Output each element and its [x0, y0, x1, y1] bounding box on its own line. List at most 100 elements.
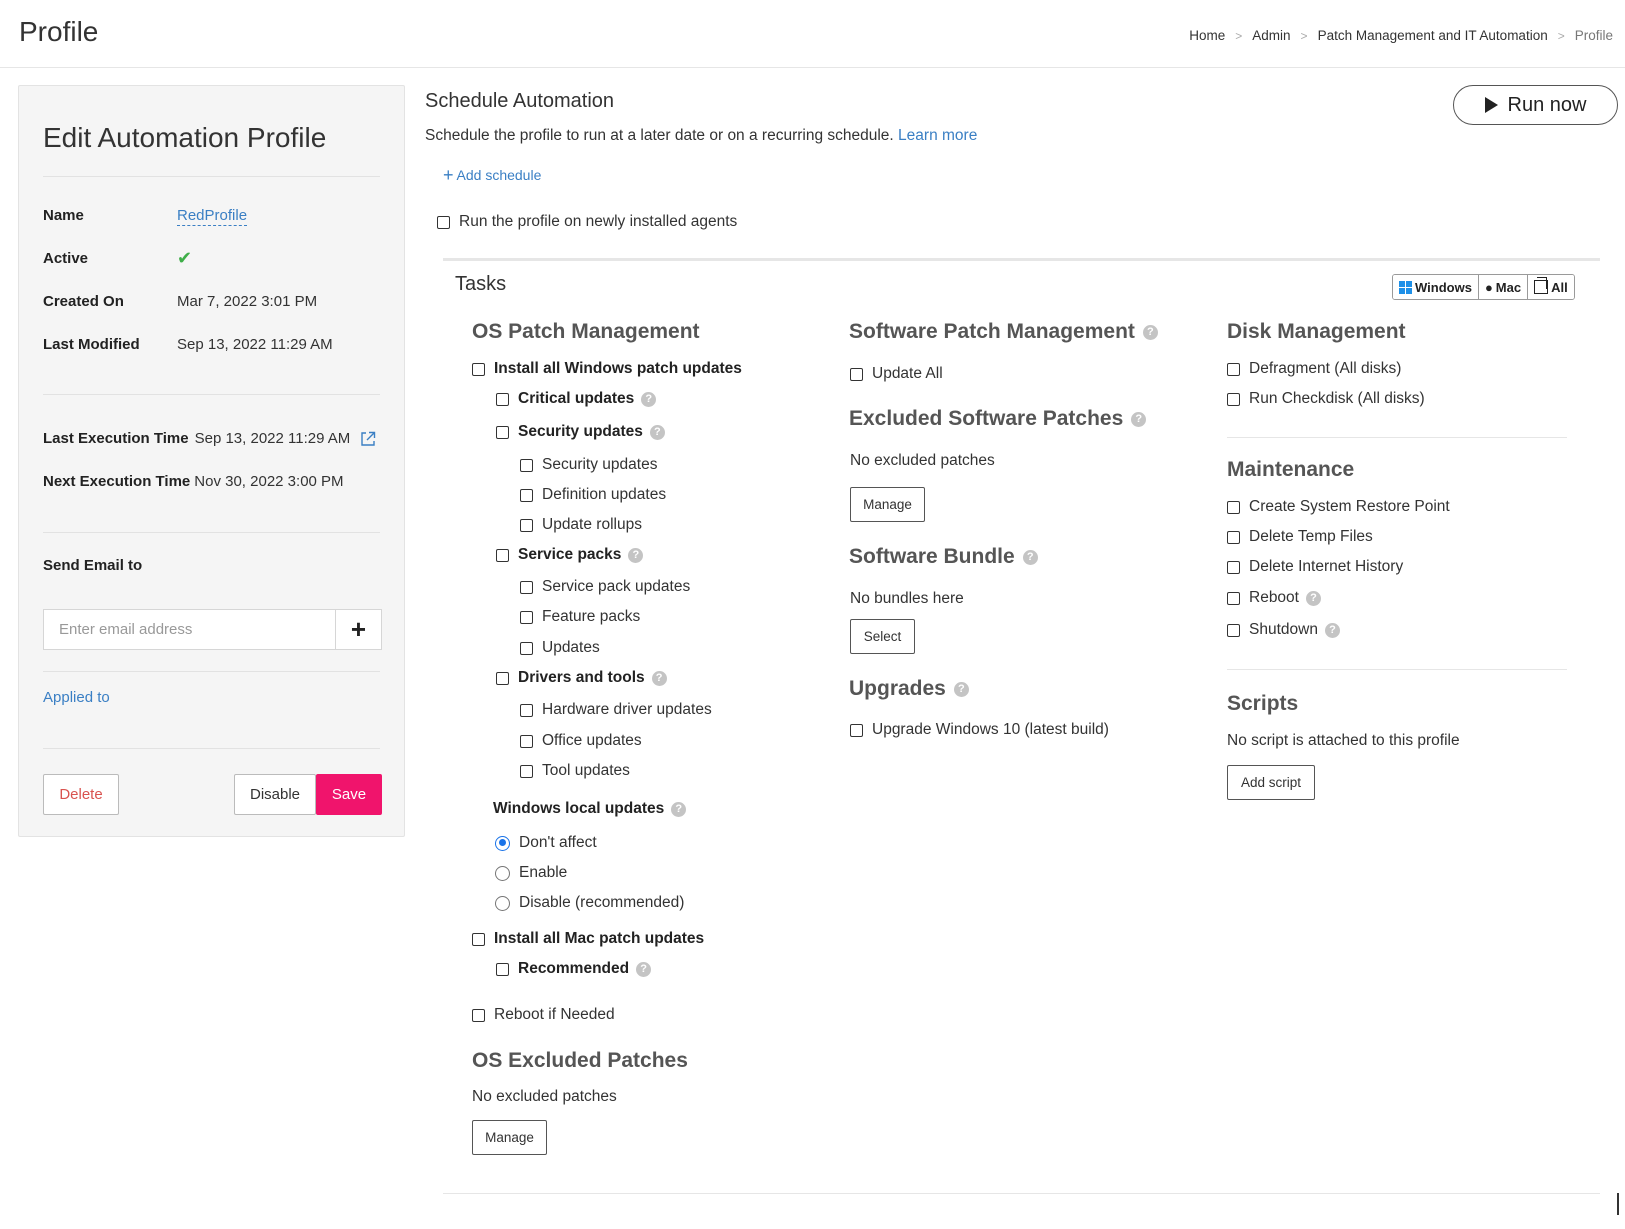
critical-updates-row[interactable]: Critical updates ? [496, 390, 657, 408]
scrollbar[interactable] [1617, 1193, 1619, 1215]
checkbox[interactable] [520, 488, 533, 502]
recommended-checkbox[interactable] [496, 962, 509, 976]
delete-button[interactable]: Delete [43, 774, 119, 815]
add-script-button[interactable]: Add script [1227, 765, 1315, 800]
delete-temp-files-row[interactable]: Delete Temp Files [1227, 528, 1373, 546]
breadcrumb-patch-management[interactable]: Patch Management and IT Automation [1318, 28, 1548, 43]
excluded-software-heading-text: Excluded Software Patches [849, 407, 1124, 430]
security-updates-checkbox[interactable] [496, 425, 509, 439]
radio-enable[interactable] [495, 865, 510, 881]
local-updates-option[interactable]: Enable [495, 864, 567, 882]
help-icon[interactable]: ? [1142, 324, 1158, 340]
critical-updates-checkbox[interactable] [496, 392, 509, 406]
update-all-checkbox[interactable] [850, 367, 863, 381]
updates-item[interactable]: Updates [520, 639, 600, 657]
help-icon[interactable]: ? [671, 801, 687, 817]
reboot-row[interactable]: Reboot ? [1227, 589, 1321, 607]
learn-more-link[interactable]: Learn more [898, 127, 977, 144]
checkbox[interactable] [520, 764, 533, 778]
email-input[interactable] [43, 609, 336, 650]
run-on-new-agents-checkbox[interactable] [437, 215, 450, 229]
help-icon[interactable]: ? [1324, 622, 1340, 638]
reboot-checkbox[interactable] [1227, 591, 1240, 605]
office-updates-item[interactable]: Office updates [520, 732, 642, 750]
shutdown-checkbox[interactable] [1227, 623, 1240, 637]
security-sub-item[interactable]: Security updates [520, 456, 657, 474]
help-icon[interactable]: ? [1305, 590, 1321, 606]
checkbox[interactable] [520, 580, 533, 594]
os-filter-all[interactable]: All [1528, 275, 1574, 299]
schedule-description: Schedule the profile to run at a later d… [425, 127, 977, 145]
disable-button[interactable]: Disable [234, 774, 316, 815]
checkbox[interactable] [520, 518, 533, 532]
install-windows-checkbox[interactable] [472, 362, 485, 376]
breadcrumb-home[interactable]: Home [1189, 28, 1225, 43]
radio-dont-affect[interactable] [495, 835, 510, 851]
delete-internet-history-checkbox[interactable] [1227, 560, 1240, 574]
modified-value: Sep 13, 2022 11:29 AM [177, 336, 333, 353]
service-pack-updates-item[interactable]: Service pack updates [520, 578, 690, 596]
delete-internet-history-row[interactable]: Delete Internet History [1227, 558, 1403, 576]
local-updates-option[interactable]: Don't affect [495, 834, 597, 852]
name-value[interactable]: RedProfile [177, 207, 248, 226]
help-icon[interactable]: ? [628, 547, 644, 563]
defragment-row[interactable]: Defragment (All disks) [1227, 360, 1401, 378]
help-icon[interactable]: ? [641, 391, 657, 407]
help-icon[interactable]: ? [1022, 549, 1038, 565]
checkbox[interactable] [520, 703, 533, 717]
install-mac-row[interactable]: Install all Mac patch updates [472, 930, 704, 948]
os-filter-windows[interactable]: Windows [1393, 275, 1479, 299]
add-schedule-link[interactable]: + Add schedule [443, 166, 541, 184]
checkbox[interactable] [520, 734, 533, 748]
applied-to-link[interactable]: Applied to [43, 689, 110, 706]
hardware-driver-item[interactable]: Hardware driver updates [520, 701, 712, 719]
delete-temp-files-checkbox[interactable] [1227, 530, 1240, 544]
restore-point-row[interactable]: Create System Restore Point [1227, 498, 1450, 516]
drivers-tools-checkbox[interactable] [496, 671, 509, 685]
bundle-select-button[interactable]: Select [850, 619, 915, 654]
save-button[interactable]: Save [316, 774, 382, 815]
service-packs-checkbox[interactable] [496, 548, 509, 562]
checkbox[interactable] [520, 641, 533, 655]
local-updates-option[interactable]: Disable (recommended) [495, 894, 684, 912]
page-header: Profile Home > Admin > Patch Management … [0, 0, 1625, 68]
checkbox[interactable] [520, 458, 533, 472]
defragment-checkbox[interactable] [1227, 362, 1240, 376]
service-packs-row[interactable]: Service packs ? [496, 546, 644, 564]
shutdown-row[interactable]: Shutdown ? [1227, 621, 1340, 639]
radio-disable[interactable] [495, 895, 510, 911]
recommended-row[interactable]: Recommended ? [496, 960, 652, 978]
reboot-if-needed-row[interactable]: Reboot if Needed [472, 1006, 615, 1024]
feature-packs-item[interactable]: Feature packs [520, 608, 640, 626]
software-manage-button[interactable]: Manage [850, 487, 925, 522]
checkdisk-row[interactable]: Run Checkdisk (All disks) [1227, 390, 1425, 408]
security-updates-row[interactable]: Security updates ? [496, 423, 665, 441]
help-icon[interactable]: ? [953, 681, 969, 697]
external-link-icon[interactable] [360, 431, 376, 447]
help-icon[interactable]: ? [1131, 411, 1147, 427]
upgrade-win10-row[interactable]: Upgrade Windows 10 (latest build) [850, 721, 1109, 739]
run-now-button[interactable]: Run now [1453, 85, 1618, 125]
reboot-if-needed-checkbox[interactable] [472, 1008, 485, 1022]
breadcrumb-admin[interactable]: Admin [1252, 28, 1290, 43]
os-filter-mac[interactable]: ● Mac [1478, 275, 1529, 299]
os-excluded-manage-button[interactable]: Manage [472, 1120, 547, 1155]
add-email-button[interactable]: + [335, 609, 382, 650]
upgrade-win10-checkbox[interactable] [850, 723, 863, 737]
install-windows-row[interactable]: Install all Windows patch updates [472, 360, 742, 378]
run-on-new-agents-row[interactable]: Run the profile on newly installed agent… [437, 213, 737, 231]
drivers-tools-row[interactable]: Drivers and tools ? [496, 669, 667, 687]
next-exec-value: Nov 30, 2022 3:00 PM [194, 473, 344, 490]
help-icon[interactable]: ? [636, 961, 652, 977]
help-icon[interactable]: ? [649, 424, 665, 440]
restore-point-checkbox[interactable] [1227, 500, 1240, 514]
help-icon[interactable]: ? [651, 670, 667, 686]
checkbox[interactable] [520, 610, 533, 624]
profile-name-link[interactable]: RedProfile [177, 207, 248, 226]
tool-updates-item[interactable]: Tool updates [520, 762, 630, 780]
definition-updates-item[interactable]: Definition updates [520, 486, 666, 504]
install-mac-checkbox[interactable] [472, 932, 485, 946]
update-all-row[interactable]: Update All [850, 365, 943, 383]
update-rollups-item[interactable]: Update rollups [520, 516, 642, 534]
checkdisk-checkbox[interactable] [1227, 392, 1240, 406]
